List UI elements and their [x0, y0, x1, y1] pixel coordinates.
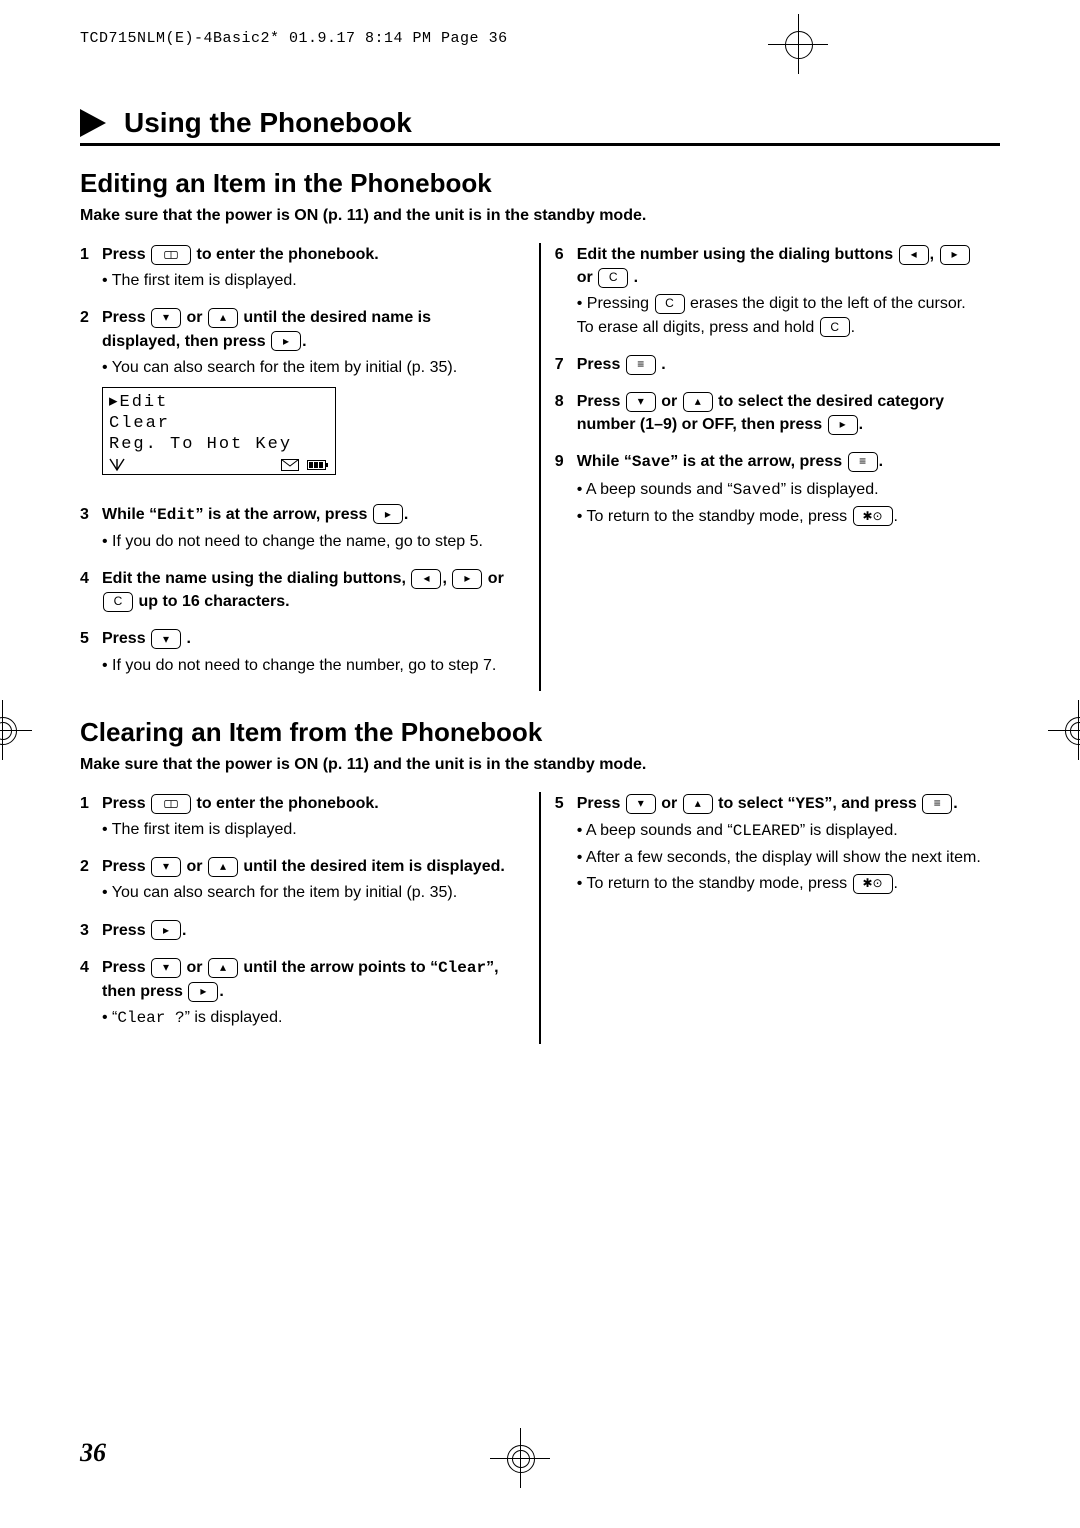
clear-step-2: 2 Press ▾ or ▴ until the desired item is…	[80, 855, 507, 904]
phonebook-key-icon	[151, 245, 191, 265]
envelope-icon	[281, 459, 299, 471]
c-key-icon: C	[598, 268, 628, 288]
edit-step-7: 7 Press ≡ .	[555, 353, 982, 376]
lcd-line-2: Clear	[109, 413, 329, 434]
crop-mark-left	[0, 700, 32, 760]
crop-mark-right	[1048, 700, 1080, 760]
column-divider	[539, 792, 541, 1045]
heading-clear: Clearing an Item from the Phonebook	[80, 717, 1000, 748]
down-key-icon: ▾	[151, 857, 181, 877]
menu-key-icon: ≡	[848, 452, 878, 472]
section-banner: Using the Phonebook	[80, 107, 1000, 146]
up-key-icon: ▴	[683, 794, 713, 814]
right-key-icon: ▸	[188, 982, 218, 1002]
power-key-icon: ✱⊙	[853, 874, 893, 894]
clear-step-1: 1 Press to enter the phonebook. The firs…	[80, 792, 507, 841]
precondition-clear: Make sure that the power is ON (p. 11) a…	[80, 756, 1000, 774]
right-key-icon: ▸	[271, 331, 301, 351]
clear-step-4: 4 Press ▾ or ▴ until the arrow points to…	[80, 956, 507, 1031]
clear-col-right: 5 Press ▾ or ▴ to select “YES”, and pres…	[555, 792, 1000, 1045]
column-divider	[539, 243, 541, 691]
antenna-icon	[109, 458, 125, 472]
up-key-icon: ▴	[208, 958, 238, 978]
down-key-icon: ▾	[151, 308, 181, 328]
edit-step-9: 9 While “Save” is at the arrow, press ≡.…	[555, 450, 982, 528]
edit-step-6: 6 Edit the number using the dialing butt…	[555, 243, 982, 339]
c-key-icon: C	[655, 294, 685, 314]
lcd-line-3: Reg. To Hot Key	[109, 434, 329, 455]
c-key-icon: C	[103, 592, 133, 612]
up-key-icon: ▴	[208, 308, 238, 328]
edit-col-right: 6 Edit the number using the dialing butt…	[555, 243, 1000, 691]
right-key-icon: ▸	[151, 920, 181, 940]
edit-col-left: 1 Press to enter the phonebook. The firs…	[80, 243, 525, 691]
edit-step-8: 8 Press ▾ or ▴ to select the desired cat…	[555, 390, 982, 436]
up-key-icon: ▴	[208, 857, 238, 877]
heading-edit: Editing an Item in the Phonebook	[80, 168, 1000, 199]
down-key-icon: ▾	[626, 392, 656, 412]
left-key-icon: ◂	[899, 245, 929, 265]
phonebook-key-icon	[151, 794, 191, 814]
lcd-display: ▸Edit Clear Reg. To Hot Key	[102, 387, 336, 475]
edit-step-3: 3 While “Edit” is at the arrow, press ▸.…	[80, 503, 507, 553]
arrow-right-icon	[80, 109, 106, 137]
right-key-icon: ▸	[452, 569, 482, 589]
page-number: 36	[80, 1438, 106, 1468]
right-key-icon: ▸	[373, 504, 403, 524]
clear-step-5: 5 Press ▾ or ▴ to select “YES”, and pres…	[555, 792, 982, 896]
edit-step-4: 4 Edit the name using the dialing button…	[80, 567, 507, 613]
right-key-icon: ▸	[940, 245, 970, 265]
clear-step-3: 3 Press ▸.	[80, 919, 507, 942]
menu-key-icon: ≡	[626, 355, 656, 375]
power-key-icon: ✱⊙	[853, 506, 893, 526]
right-key-icon: ▸	[828, 415, 858, 435]
down-key-icon: ▾	[151, 958, 181, 978]
print-header: TCD715NLM(E)-4Basic2* 01.9.17 8:14 PM Pa…	[80, 30, 1000, 47]
left-key-icon: ◂	[411, 569, 441, 589]
menu-key-icon: ≡	[922, 794, 952, 814]
clear-columns: 1 Press to enter the phonebook. The firs…	[80, 792, 1000, 1045]
c-key-icon: C	[820, 317, 850, 337]
lcd-line-1: ▸Edit	[109, 392, 329, 413]
edit-step-2: 2 Press ▾ or ▴ until the desired name is…	[80, 306, 507, 488]
edit-step-5: 5 Press ▾ . If you do not need to change…	[80, 627, 507, 676]
page-content: TCD715NLM(E)-4Basic2* 01.9.17 8:14 PM Pa…	[80, 30, 1000, 1468]
down-key-icon: ▾	[626, 794, 656, 814]
edit-step-1: 1 Press to enter the phonebook. The firs…	[80, 243, 507, 292]
down-key-icon: ▾	[151, 629, 181, 649]
battery-icon	[307, 459, 329, 471]
clear-col-left: 1 Press to enter the phonebook. The firs…	[80, 792, 525, 1045]
edit-columns: 1 Press to enter the phonebook. The firs…	[80, 243, 1000, 691]
precondition-edit: Make sure that the power is ON (p. 11) a…	[80, 207, 1000, 225]
section-banner-title: Using the Phonebook	[124, 107, 412, 139]
up-key-icon: ▴	[683, 392, 713, 412]
